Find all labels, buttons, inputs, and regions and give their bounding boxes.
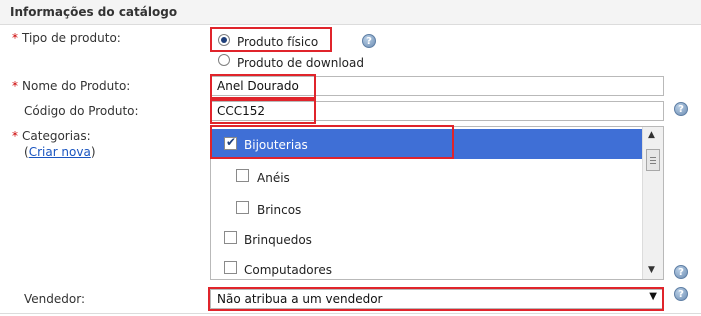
categories-listbox[interactable]: Bijouterias Anéis Brincos Brinquedos Com…	[210, 126, 664, 280]
grip-line-icon	[650, 157, 656, 158]
category-item-aneis[interactable]: Anéis	[211, 161, 642, 191]
scroll-down-icon[interactable]: ▼	[648, 265, 655, 275]
radio-physical-product[interactable]	[218, 34, 230, 46]
help-icon[interactable]: ?	[674, 102, 688, 116]
grip-line-icon	[650, 160, 656, 161]
required-marker: *	[12, 129, 18, 143]
category-label-bijouterias: Bijouterias	[244, 138, 308, 152]
create-category-wrapper: (Criar nova)	[24, 145, 96, 159]
categories-label-text: Categorias:	[22, 129, 91, 143]
section-header: Informações do catálogo	[0, 0, 701, 25]
vendor-select-value: Não atribua a um vendedor	[217, 292, 383, 306]
categories-scrollbar[interactable]: ▲ ▼	[642, 127, 663, 279]
category-item-brinquedos[interactable]: Brinquedos	[211, 223, 642, 253]
categories-label: * Categorias:	[12, 129, 91, 143]
radio-download-product-label[interactable]: Produto de download	[237, 56, 364, 70]
category-label-brinquedos: Brinquedos	[244, 233, 312, 247]
product-name-label: * Nome do Produto:	[12, 79, 130, 93]
help-icon[interactable]: ?	[362, 34, 376, 48]
section-divider	[0, 313, 701, 314]
product-name-input[interactable]: Anel Dourado	[210, 76, 664, 96]
product-type-label: * Tipo de produto:	[12, 31, 121, 45]
category-checkbox-aneis[interactable]	[236, 169, 249, 182]
chevron-down-icon[interactable]: ▼	[649, 291, 657, 302]
help-icon[interactable]: ?	[674, 265, 688, 279]
category-label-aneis: Anéis	[257, 171, 290, 185]
radio-download-product[interactable]	[218, 54, 230, 66]
category-checkbox-brincos[interactable]	[236, 201, 249, 214]
help-icon[interactable]: ?	[674, 287, 688, 301]
product-code-label: Código do Produto:	[24, 104, 139, 118]
product-type-label-text: Tipo de produto:	[22, 31, 121, 45]
vendor-select[interactable]: Não atribua a um vendedor ▼	[210, 289, 664, 309]
section-title: Informações do catálogo	[10, 5, 178, 19]
category-checkbox-bijouterias[interactable]	[224, 135, 237, 150]
category-item-computadores[interactable]: Computadores	[211, 254, 642, 279]
scroll-up-icon[interactable]: ▲	[648, 130, 655, 140]
category-checkbox-brinquedos[interactable]	[224, 231, 237, 244]
grip-line-icon	[650, 163, 656, 164]
scroll-thumb[interactable]	[646, 149, 660, 171]
category-item-brincos[interactable]: Brincos	[211, 193, 642, 223]
category-label-computadores: Computadores	[244, 263, 332, 277]
create-category-link[interactable]: Criar nova	[29, 145, 91, 159]
category-label-brincos: Brincos	[257, 203, 302, 217]
required-marker: *	[12, 79, 18, 93]
required-marker: *	[12, 31, 18, 45]
radio-physical-product-label[interactable]: Produto físico	[237, 35, 318, 49]
category-checkbox-computadores[interactable]	[224, 261, 237, 274]
create-category-close-paren: )	[90, 145, 96, 159]
product-code-input[interactable]: CCC152	[210, 101, 664, 121]
vendor-label: Vendedor:	[24, 292, 85, 306]
product-name-label-text: Nome do Produto:	[22, 79, 131, 93]
category-item-bijouterias[interactable]: Bijouterias	[211, 129, 642, 159]
